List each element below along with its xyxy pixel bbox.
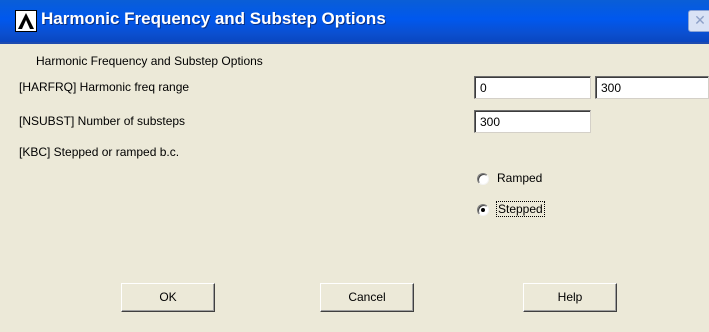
- help-button[interactable]: Help: [523, 283, 617, 312]
- radio-stepped-circle[interactable]: [477, 204, 489, 216]
- cancel-button[interactable]: Cancel: [320, 283, 414, 312]
- window-title: Harmonic Frequency and Substep Options: [41, 9, 386, 28]
- harfrq-label: [HARFRQ] Harmonic freq range: [19, 80, 190, 94]
- nsubst-label: [NSUBST] Number of substeps: [19, 114, 186, 128]
- title-bar[interactable]: Harmonic Frequency and Substep Options ✕: [0, 0, 709, 44]
- kbc-label: [KBC] Stepped or ramped b.c.: [19, 145, 180, 159]
- radio-selected-dot: [481, 208, 485, 212]
- harfrq-start-input[interactable]: 0: [474, 76, 591, 99]
- radio-ramped-circle[interactable]: [477, 173, 489, 185]
- close-button[interactable]: ✕: [688, 10, 709, 32]
- dialog-heading: Harmonic Frequency and Substep Options: [36, 54, 263, 68]
- harfrq-end-input[interactable]: 300: [595, 76, 709, 99]
- radio-stepped-label[interactable]: Stepped: [496, 201, 545, 217]
- ok-button[interactable]: OK: [121, 283, 215, 312]
- radio-ramped-label[interactable]: Ramped: [497, 171, 542, 185]
- nsubst-input[interactable]: 300: [474, 110, 591, 133]
- ansys-logo-icon: [15, 10, 37, 32]
